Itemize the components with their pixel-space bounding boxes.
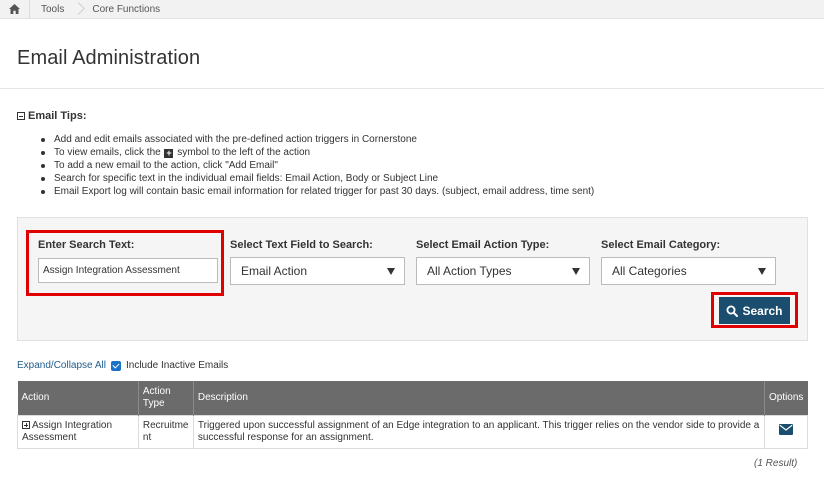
include-inactive-label: Include Inactive Emails	[126, 360, 229, 371]
category-selected: All Categories	[612, 264, 687, 278]
dropdown-caret-icon	[572, 268, 580, 275]
collapse-icon	[17, 112, 25, 120]
list-item: Email Export log will contain basic emai…	[41, 185, 594, 198]
envelope-icon[interactable]	[778, 424, 793, 435]
expand-collapse-all-link[interactable]: Expand/Collapse All	[17, 360, 106, 371]
text-field-selected: Email Action	[241, 264, 308, 278]
list-item: Add and edit emails associated with the …	[41, 133, 594, 146]
description-cell: Triggered upon successful assignment of …	[192, 414, 765, 449]
action-type-selected: All Action Types	[427, 264, 512, 278]
breadcrumb-core-functions[interactable]: Core Functions	[82, 0, 170, 19]
list-item: To view emails, click the + symbol to th…	[41, 146, 594, 159]
email-tips-toggle[interactable]: Email Tips:	[17, 110, 86, 122]
result-count: (1 Result)	[754, 458, 798, 469]
column-header-action[interactable]: Action	[17, 381, 139, 415]
column-header-options: Options	[763, 381, 808, 415]
breadcrumb: Tools Core Functions	[0, 0, 824, 19]
action-type-cell: Recruitme nt	[137, 414, 194, 449]
dropdown-caret-icon	[758, 268, 766, 275]
list-item: To add a new email to the action, click …	[41, 159, 594, 172]
breadcrumb-separator	[74, 0, 82, 19]
list-item: Search for specific text in the individu…	[41, 172, 594, 185]
expand-row-icon[interactable]	[22, 420, 30, 429]
column-header-action-type[interactable]: Action Type	[137, 381, 194, 415]
category-select[interactable]: All Categories	[601, 257, 776, 285]
page-title: Email Administration	[17, 47, 201, 69]
text-field-select[interactable]: Email Action	[230, 257, 405, 285]
expand-plus-icon: +	[164, 148, 174, 158]
title-divider	[0, 88, 824, 89]
text-field-label: Select Text Field to Search:	[230, 239, 373, 251]
options-cell	[763, 414, 809, 449]
email-tips-list: Add and edit emails associated with the …	[41, 133, 594, 198]
email-tips-header: Email Tips:	[28, 110, 87, 122]
action-cell[interactable]: Assign Integration Assessment	[17, 414, 139, 449]
email-actions-table: Action Action Type Description Options As…	[17, 381, 809, 449]
column-header-description[interactable]: Description	[192, 381, 765, 415]
dropdown-caret-icon	[387, 268, 395, 275]
action-type-select[interactable]: All Action Types	[416, 257, 590, 285]
table-header-row: Action Action Type Description Options	[17, 381, 808, 415]
table-row: Assign Integration Assessment Recruitme n…	[17, 414, 809, 449]
include-inactive-toggle[interactable]: Include Inactive Emails	[111, 360, 228, 371]
home-icon[interactable]	[0, 0, 30, 19]
include-inactive-checkbox[interactable]	[111, 360, 121, 371]
breadcrumb-tools[interactable]: Tools	[30, 0, 74, 19]
category-label: Select Email Category:	[601, 239, 721, 251]
highlight-box-search-text	[26, 230, 224, 296]
action-type-label: Select Email Action Type:	[416, 239, 550, 251]
highlight-box-search-button	[711, 292, 798, 328]
